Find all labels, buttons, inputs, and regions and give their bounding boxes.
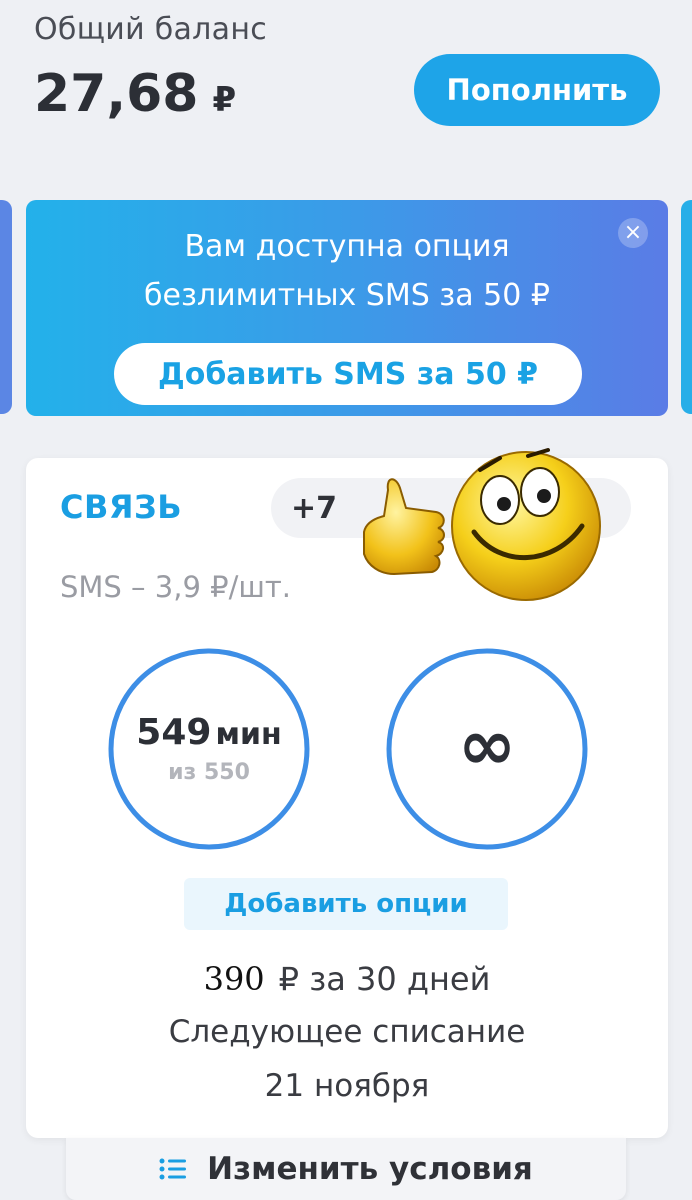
topup-button[interactable]: Пополнить [414, 54, 660, 126]
price-line: 390 ₽ за 30 дней [26, 960, 668, 998]
change-terms-button[interactable]: Изменить условия [66, 1138, 626, 1200]
next-charge-label: Следующее списание [168, 1014, 526, 1050]
price-period: ₽ за 30 дней [278, 960, 491, 998]
promo-line-2: безлимитных SMS за 50 ₽ [144, 278, 550, 313]
thumbs-up-icon [363, 478, 445, 576]
minutes-number: 549 [136, 712, 212, 753]
smiley-face-icon [451, 448, 601, 601]
price-number: 390 [203, 960, 265, 998]
extra-badge-text: +7 [291, 491, 338, 526]
previous-banner[interactable] [0, 200, 12, 414]
infinity-icon: ∞ [457, 704, 517, 786]
add-sms-button[interactable]: Добавить SMS за 50 ₽ [114, 343, 582, 405]
minutes-unit: мин [215, 717, 282, 752]
next-banner[interactable] [681, 200, 692, 414]
page: Общий баланс 27,68 ₽ Пополнить Вам досту… [0, 0, 692, 1200]
promo-banner: Вам доступна опция безлимитных SMS за 50… [26, 200, 668, 416]
minutes-counter[interactable]: 549 мин из 550 [106, 646, 312, 852]
minutes-value: 549 мин [106, 712, 312, 753]
list-icon [159, 1158, 187, 1180]
minutes-total: из 550 [168, 760, 250, 785]
add-options-button[interactable]: Добавить опции [184, 878, 508, 930]
balance-value: 27,68 [34, 64, 199, 124]
balance-currency: ₽ [212, 80, 237, 120]
promo-text: Вам доступна опция безлимитных SMS за 50… [26, 222, 668, 320]
sms-price: SMS – 3,9 ₽/шт. [60, 570, 291, 604]
promo-line-1: Вам доступна опция [184, 229, 510, 264]
change-terms-label: Изменить условия [207, 1151, 533, 1187]
next-charge-date: 21 ноября [264, 1068, 430, 1104]
thumbs-up-smiley-sticker [363, 448, 601, 601]
tariff-title: СВЯЗЬ [60, 488, 183, 526]
balance-amount: 27,68 ₽ [34, 64, 236, 124]
internet-counter[interactable]: ∞ [384, 646, 590, 852]
balance-label: Общий баланс [34, 12, 268, 47]
close-icon[interactable]: × [618, 218, 648, 248]
